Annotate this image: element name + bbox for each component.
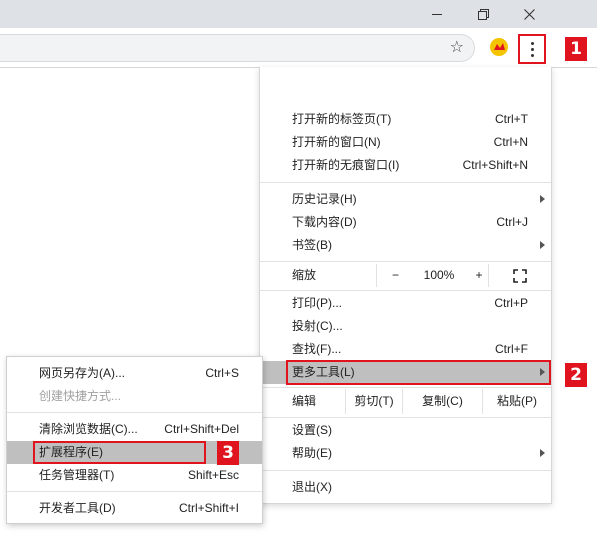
menu-item-label: 书签(B) — [292, 238, 332, 252]
restore-button[interactable] — [460, 0, 506, 28]
menu-item-new-window[interactable]: 打开新的窗口(N) Ctrl+N — [260, 131, 551, 154]
close-button[interactable] — [506, 0, 552, 28]
menu-item-label: 下载内容(D) — [292, 215, 357, 229]
menu-item-shortcut: Ctrl+Shift+Del — [164, 422, 239, 436]
menu-divider — [260, 417, 551, 418]
menu-item-shortcut: Ctrl+T — [495, 112, 528, 126]
menu-item-shortcut: Ctrl+Shift+N — [462, 158, 528, 172]
menu-item-shortcut: Ctrl+J — [496, 215, 528, 229]
copy-button[interactable]: 复制(C) — [402, 389, 482, 414]
submenu-item-clear-data[interactable]: 清除浏览数据(C)... Ctrl+Shift+Del — [7, 418, 262, 441]
menu-item-shortcut: Ctrl+S — [205, 366, 239, 380]
menu-item-label: 打开新的窗口(N) — [292, 135, 381, 149]
menu-item-exit[interactable]: 退出(X) — [260, 476, 551, 499]
menu-item-label: 创建快捷方式... — [39, 389, 122, 403]
chrome-menu-button[interactable] — [518, 34, 546, 64]
close-icon — [523, 8, 535, 20]
vertical-dot — [530, 47, 534, 51]
zoom-level: 100% — [423, 268, 455, 282]
menu-item-shortcut: Ctrl+Shift+I — [178, 501, 239, 515]
more-tools-submenu: 网页另存为(A)... Ctrl+S 创建快捷方式... 清除浏览数据(C)..… — [6, 356, 263, 524]
minimize-icon — [432, 13, 442, 15]
menu-item-label: 开发者工具(D) — [39, 501, 116, 515]
extension-icon[interactable] — [488, 36, 510, 58]
menu-item-label: 打印(P)... — [292, 296, 342, 310]
menu-item-shortcut: Shift+Esc — [187, 468, 239, 482]
menu-item-label: 历史记录(H) — [292, 192, 357, 206]
menu-item-bookmarks[interactable]: 书签(B) — [260, 234, 551, 257]
cut-button[interactable]: 剪切(T) — [345, 389, 402, 414]
submenu-item-dev-tools[interactable]: 开发者工具(D) Ctrl+Shift+I — [7, 497, 262, 520]
menu-item-downloads[interactable]: 下载内容(D) Ctrl+J — [260, 211, 551, 234]
menu-divider — [7, 412, 262, 413]
menu-item-label: 打开新的无痕窗口(I) — [292, 158, 400, 172]
step-badge-3: 3 — [217, 441, 239, 465]
menu-item-label: 投射(C)... — [292, 319, 343, 333]
fullscreen-button[interactable] — [488, 264, 551, 287]
menu-item-label: 任务管理器(T) — [39, 468, 115, 482]
title-bar — [0, 0, 597, 28]
menu-divider — [260, 261, 551, 262]
menu-item-label: 打开新的标签页(T) — [292, 112, 392, 126]
star-icon[interactable]: ☆ — [450, 39, 464, 57]
browser-toolbar: ☆ — [0, 28, 597, 68]
menu-divider — [260, 290, 551, 291]
submenu-item-save-page[interactable]: 网页另存为(A)... Ctrl+S — [7, 362, 262, 385]
menu-divider — [7, 491, 262, 492]
address-bar[interactable]: ☆ — [0, 34, 475, 62]
menu-divider — [260, 470, 551, 471]
step-badge-1: 1 — [565, 37, 587, 61]
menu-item-history[interactable]: 历史记录(H) — [260, 188, 551, 211]
submenu-arrow-icon — [540, 195, 545, 203]
submenu-arrow-icon — [540, 241, 545, 249]
zoom-label: 缩放 — [292, 268, 317, 282]
menu-divider — [260, 182, 551, 183]
chrome-main-menu: 打开新的标签页(T) Ctrl+T 打开新的窗口(N) Ctrl+N 打开新的无… — [259, 67, 552, 504]
submenu-item-task-manager[interactable]: 任务管理器(T) Shift+Esc — [7, 464, 262, 487]
menu-item-shortcut: Ctrl+P — [494, 296, 528, 310]
menu-item-shortcut: Ctrl+N — [493, 135, 528, 149]
menu-item-print[interactable]: 打印(P)... Ctrl+P — [260, 292, 551, 315]
menu-item-help[interactable]: 帮助(E) — [260, 442, 551, 465]
edit-row: 编辑 剪切(T) 复制(C) 粘贴(P) — [260, 389, 551, 414]
menu-item-label: 设置(S) — [292, 423, 332, 437]
menu-item-shortcut: Ctrl+F — [495, 342, 528, 356]
zoom-out-button[interactable]: − — [376, 264, 414, 287]
highlight-box-more-tools — [286, 360, 551, 385]
restore-icon — [477, 8, 489, 20]
edit-label: 编辑 — [292, 394, 317, 408]
menu-divider — [260, 387, 551, 388]
vertical-dot — [530, 53, 534, 57]
paste-button[interactable]: 粘贴(P) — [482, 389, 551, 414]
menu-item-settings[interactable]: 设置(S) — [260, 419, 551, 442]
menu-item-cast[interactable]: 投射(C)... — [260, 315, 551, 338]
menu-item-label: 帮助(E) — [292, 446, 332, 460]
menu-item-label: 清除浏览数据(C)... — [39, 422, 138, 436]
menu-item-label: 退出(X) — [292, 480, 332, 494]
menu-item-label: 网页另存为(A)... — [39, 366, 125, 380]
menu-item-label: 查找(F)... — [292, 342, 342, 356]
fullscreen-icon — [513, 269, 527, 283]
minimize-button[interactable] — [414, 0, 460, 28]
submenu-arrow-icon — [540, 449, 545, 457]
menu-item-new-incognito[interactable]: 打开新的无痕窗口(I) Ctrl+Shift+N — [260, 154, 551, 177]
submenu-item-create-shortcut: 创建快捷方式... — [7, 385, 262, 408]
step-badge-2: 2 — [565, 363, 587, 387]
zoom-row: 缩放 − 100% + — [260, 264, 551, 287]
menu-item-new-tab[interactable]: 打开新的标签页(T) Ctrl+T — [260, 108, 551, 131]
menu-item-find[interactable]: 查找(F)... Ctrl+F — [260, 338, 551, 361]
vertical-dots-icon — [530, 41, 534, 45]
highlight-box-extensions — [33, 441, 206, 464]
